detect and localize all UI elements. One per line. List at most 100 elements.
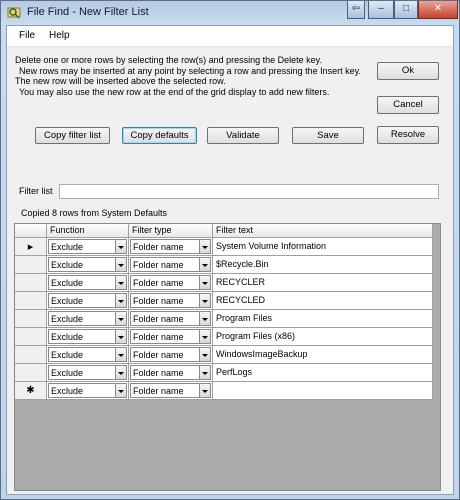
- function-select[interactable]: Exclude: [48, 239, 127, 254]
- row-header[interactable]: ▶: [15, 238, 47, 256]
- back-icon[interactable]: ⇦: [347, 1, 365, 19]
- table-row[interactable]: Exclude Folder name $Recycle.Bin: [15, 256, 435, 274]
- chevron-down-icon[interactable]: [115, 258, 126, 271]
- column-header-filter-type[interactable]: Filter type: [129, 224, 213, 238]
- chevron-down-icon[interactable]: [115, 366, 126, 379]
- chevron-down-icon[interactable]: [115, 330, 126, 343]
- function-select[interactable]: Exclude: [48, 347, 127, 362]
- filter-type-select[interactable]: Folder name: [130, 329, 211, 344]
- chevron-down-icon[interactable]: [199, 348, 210, 361]
- chevron-down-icon[interactable]: [199, 330, 210, 343]
- table-row[interactable]: Exclude Folder name Program Files: [15, 310, 435, 328]
- function-cell[interactable]: Exclude: [47, 238, 129, 256]
- filter-type-cell[interactable]: Folder name: [129, 346, 213, 364]
- chevron-down-icon[interactable]: [199, 240, 210, 253]
- filter-text-cell[interactable]: RECYCLED: [213, 292, 433, 310]
- ok-button[interactable]: Ok: [377, 62, 439, 80]
- function-cell[interactable]: Exclude: [47, 364, 129, 382]
- function-select[interactable]: Exclude: [48, 311, 127, 326]
- function-select[interactable]: Exclude: [48, 329, 127, 344]
- filter-type-select[interactable]: Folder name: [130, 239, 211, 254]
- filter-type-select[interactable]: Folder name: [130, 383, 211, 398]
- table-row[interactable]: Exclude Folder name WindowsImageBackup: [15, 346, 435, 364]
- row-header[interactable]: ✱: [15, 382, 47, 400]
- chevron-down-icon[interactable]: [199, 312, 210, 325]
- row-header[interactable]: [15, 328, 47, 346]
- chevron-down-icon[interactable]: [199, 384, 210, 397]
- row-header[interactable]: [15, 274, 47, 292]
- row-header[interactable]: [15, 364, 47, 382]
- filter-type-cell[interactable]: Folder name: [129, 256, 213, 274]
- column-header-filter-text[interactable]: Filter text: [213, 224, 433, 238]
- table-row[interactable]: Exclude Folder name RECYCLED: [15, 292, 435, 310]
- filter-text-cell[interactable]: Program Files: [213, 310, 433, 328]
- function-cell[interactable]: Exclude: [47, 274, 129, 292]
- menu-help[interactable]: Help: [49, 30, 70, 41]
- filter-text-cell[interactable]: PerfLogs: [213, 364, 433, 382]
- row-header[interactable]: [15, 292, 47, 310]
- chevron-down-icon[interactable]: [199, 366, 210, 379]
- chevron-down-icon[interactable]: [115, 384, 126, 397]
- chevron-down-icon[interactable]: [115, 312, 126, 325]
- filter-type-select[interactable]: Folder name: [130, 275, 211, 290]
- chevron-down-icon[interactable]: [115, 294, 126, 307]
- filter-text-cell[interactable]: WindowsImageBackup: [213, 346, 433, 364]
- function-cell[interactable]: Exclude: [47, 256, 129, 274]
- filter-type-cell[interactable]: Folder name: [129, 364, 213, 382]
- filter-type-cell[interactable]: Folder name: [129, 328, 213, 346]
- chevron-down-icon[interactable]: [115, 348, 126, 361]
- filter-type-select[interactable]: Folder name: [130, 365, 211, 380]
- table-row[interactable]: Exclude Folder name RECYCLER: [15, 274, 435, 292]
- chevron-down-icon[interactable]: [115, 240, 126, 253]
- filter-type-select[interactable]: Folder name: [130, 347, 211, 362]
- filter-list-input[interactable]: [59, 184, 439, 199]
- title-bar[interactable]: File Find - New Filter List ⇦ – □ ✕: [1, 1, 459, 25]
- row-header[interactable]: [15, 346, 47, 364]
- function-select[interactable]: Exclude: [48, 383, 127, 398]
- function-select[interactable]: Exclude: [48, 293, 127, 308]
- function-select[interactable]: Exclude: [48, 257, 127, 272]
- minimize-button[interactable]: –: [368, 1, 394, 19]
- validate-button[interactable]: Validate: [207, 127, 279, 144]
- filter-type-cell[interactable]: Folder name: [129, 382, 213, 400]
- chevron-down-icon[interactable]: [115, 276, 126, 289]
- filter-type-cell[interactable]: Folder name: [129, 274, 213, 292]
- table-row[interactable]: Exclude Folder name Program Files (x86): [15, 328, 435, 346]
- chevron-down-icon[interactable]: [199, 276, 210, 289]
- copy-defaults-button[interactable]: Copy defaults: [122, 127, 197, 144]
- maximize-button[interactable]: □: [394, 1, 418, 19]
- table-row[interactable]: Exclude Folder name PerfLogs: [15, 364, 435, 382]
- filter-grid[interactable]: Function Filter type Filter text ▶ Exclud…: [14, 223, 441, 491]
- table-row[interactable]: ▶ Exclude Folder name System Volume Informa…: [15, 238, 435, 256]
- copy-filter-list-button[interactable]: Copy filter list: [35, 127, 110, 144]
- function-cell[interactable]: Exclude: [47, 328, 129, 346]
- function-cell[interactable]: Exclude: [47, 292, 129, 310]
- column-header-function[interactable]: Function: [47, 224, 129, 238]
- chevron-down-icon[interactable]: [199, 294, 210, 307]
- filter-type-select[interactable]: Folder name: [130, 311, 211, 326]
- filter-type-cell[interactable]: Folder name: [129, 238, 213, 256]
- filter-type-cell[interactable]: Folder name: [129, 292, 213, 310]
- cancel-button[interactable]: Cancel: [377, 96, 439, 114]
- filter-text-cell[interactable]: Program Files (x86): [213, 328, 433, 346]
- function-cell[interactable]: Exclude: [47, 382, 129, 400]
- filter-type-cell[interactable]: Folder name: [129, 310, 213, 328]
- function-select[interactable]: Exclude: [48, 365, 127, 380]
- chevron-down-icon[interactable]: [199, 258, 210, 271]
- filter-text-cell[interactable]: System Volume Information: [213, 238, 433, 256]
- menu-file[interactable]: File: [19, 30, 35, 41]
- filter-type-select[interactable]: Folder name: [130, 257, 211, 272]
- close-button[interactable]: ✕: [418, 1, 458, 19]
- function-cell[interactable]: Exclude: [47, 346, 129, 364]
- row-header[interactable]: [15, 256, 47, 274]
- new-row[interactable]: ✱ Exclude Folder name: [15, 382, 435, 400]
- filter-text-cell[interactable]: RECYCLER: [213, 274, 433, 292]
- filter-text-cell[interactable]: [213, 382, 433, 400]
- resolve-button[interactable]: Resolve: [377, 126, 439, 144]
- save-button[interactable]: Save: [292, 127, 364, 144]
- filter-text-cell[interactable]: $Recycle.Bin: [213, 256, 433, 274]
- function-select[interactable]: Exclude: [48, 275, 127, 290]
- filter-type-select[interactable]: Folder name: [130, 293, 211, 308]
- row-header[interactable]: [15, 310, 47, 328]
- function-cell[interactable]: Exclude: [47, 310, 129, 328]
